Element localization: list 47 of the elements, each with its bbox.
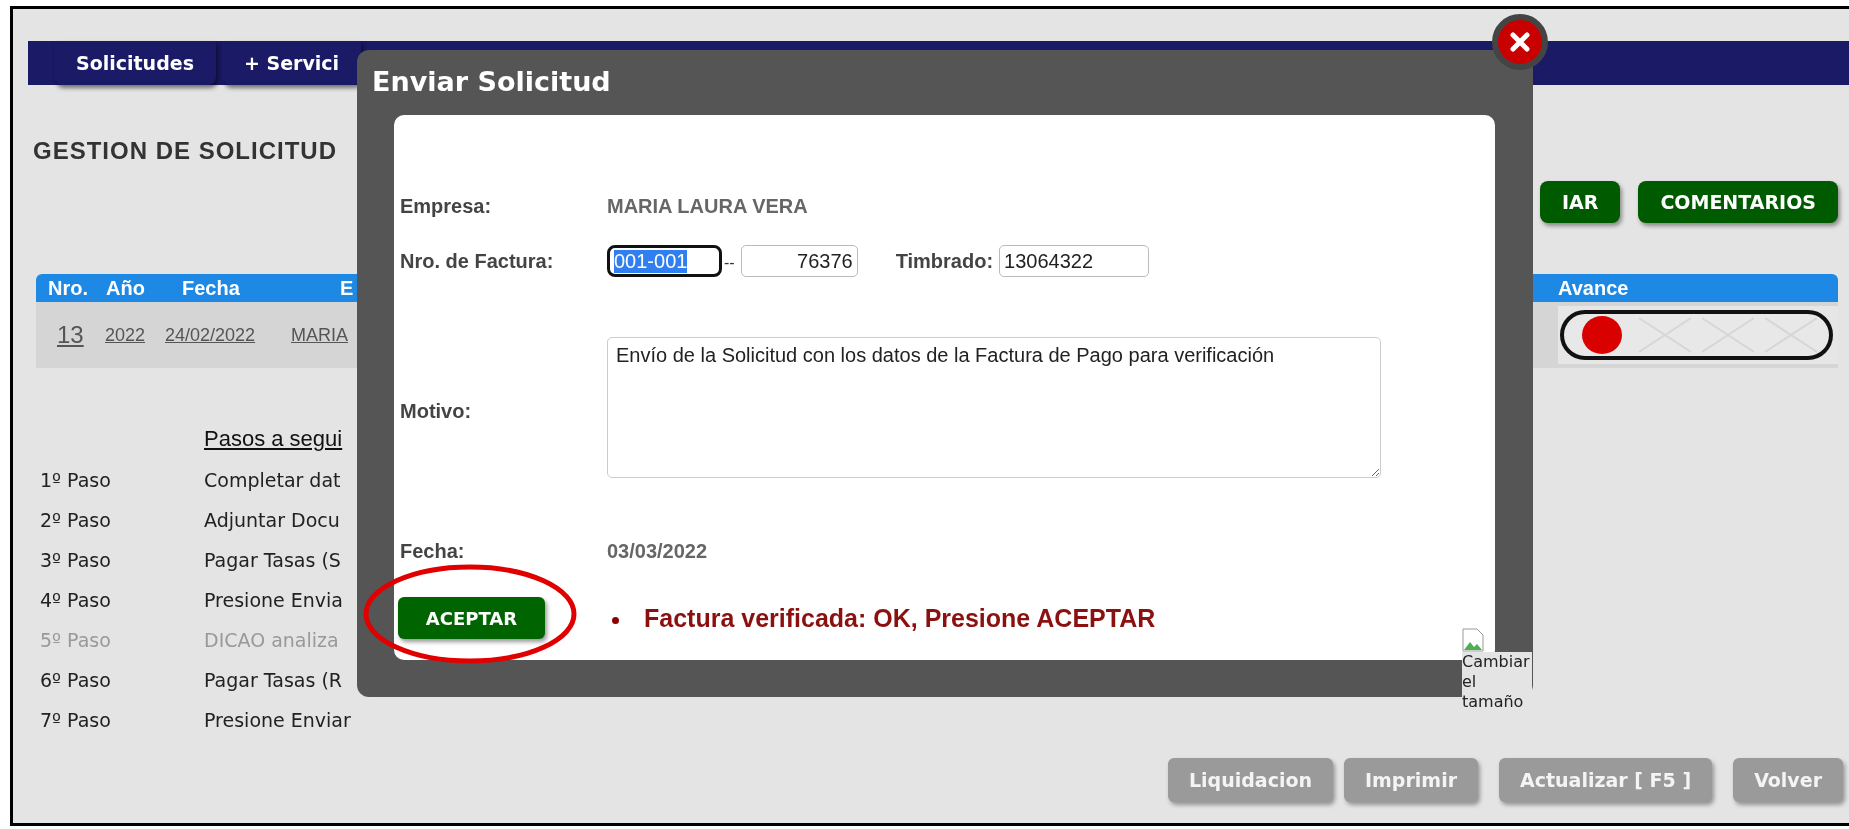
bullet-icon [612,616,619,624]
separator-dash: -- [724,254,735,272]
step-label: 2º Paso [40,508,111,533]
step-label: 4º Paso [40,588,111,613]
action-button[interactable]: IAR [1540,181,1621,223]
field-label: Fecha: [400,540,466,563]
field-value: 03/03/2022 [607,540,709,563]
invoice-input[interactable]: 001-001 [607,245,722,277]
step-label: 3º Paso [40,548,111,573]
modal-title: Enviar Solicitud [371,65,612,99]
table-link[interactable]: 13 [57,321,84,348]
table-link[interactable]: MARIA [291,324,348,345]
table-link[interactable]: 24/02/2022 [165,324,256,345]
page-title: GESTION DE SOLICITUD [33,137,338,165]
nav-tab[interactable]: Solicitudes [54,41,216,85]
column-header: Nro. [48,276,89,300]
timbrado-input[interactable]: 13064322 [999,245,1150,277]
step-text: Completar dat [204,468,341,493]
invoice-input[interactable]: 76376 [740,245,858,277]
field-label: Empresa: [400,195,493,218]
steps-heading: Pasos a segui [204,426,343,453]
motivo-textarea[interactable]: Envío de la Solicitud con los datos de la Factura de Pago para verificación [607,337,1381,478]
step-label: 1º Paso [40,468,111,493]
column-header: Año [106,276,146,300]
step-text: Presione Envia [204,588,343,613]
broken-image-icon [1462,628,1484,652]
action-button[interactable]: COMENTARIOS [1638,181,1838,223]
step-label: 5º Paso [40,628,111,653]
column-header: Fecha [182,276,241,300]
accept-button[interactable]: ACEPTAR [398,597,545,639]
status-message: Factura verificada: OK, Presione ACEPTAR [644,603,1156,633]
field-label: Motivo: [400,399,473,423]
table-link[interactable]: 2022 [105,324,146,345]
field-label: Nro. de Factura: [400,249,555,273]
step-text: Presione Enviar [204,708,351,733]
step-text: DICAO analiza [204,628,339,653]
step-label: 7º Paso [40,708,111,733]
step-text: Adjuntar Docu [204,508,340,533]
step-text: Pagar Tasas (S [204,548,341,573]
step-label: 6º Paso [40,668,111,693]
nav-tab[interactable]: + Servici [221,41,362,85]
column-header: Avance [1558,276,1630,300]
field-value: MARIA LAURA VERA [607,195,809,218]
timbrado-label: Timbrado: [895,249,994,273]
step-text: Pagar Tasas (R [204,668,342,693]
close-icon [1510,32,1530,52]
column-header: E [340,276,355,300]
